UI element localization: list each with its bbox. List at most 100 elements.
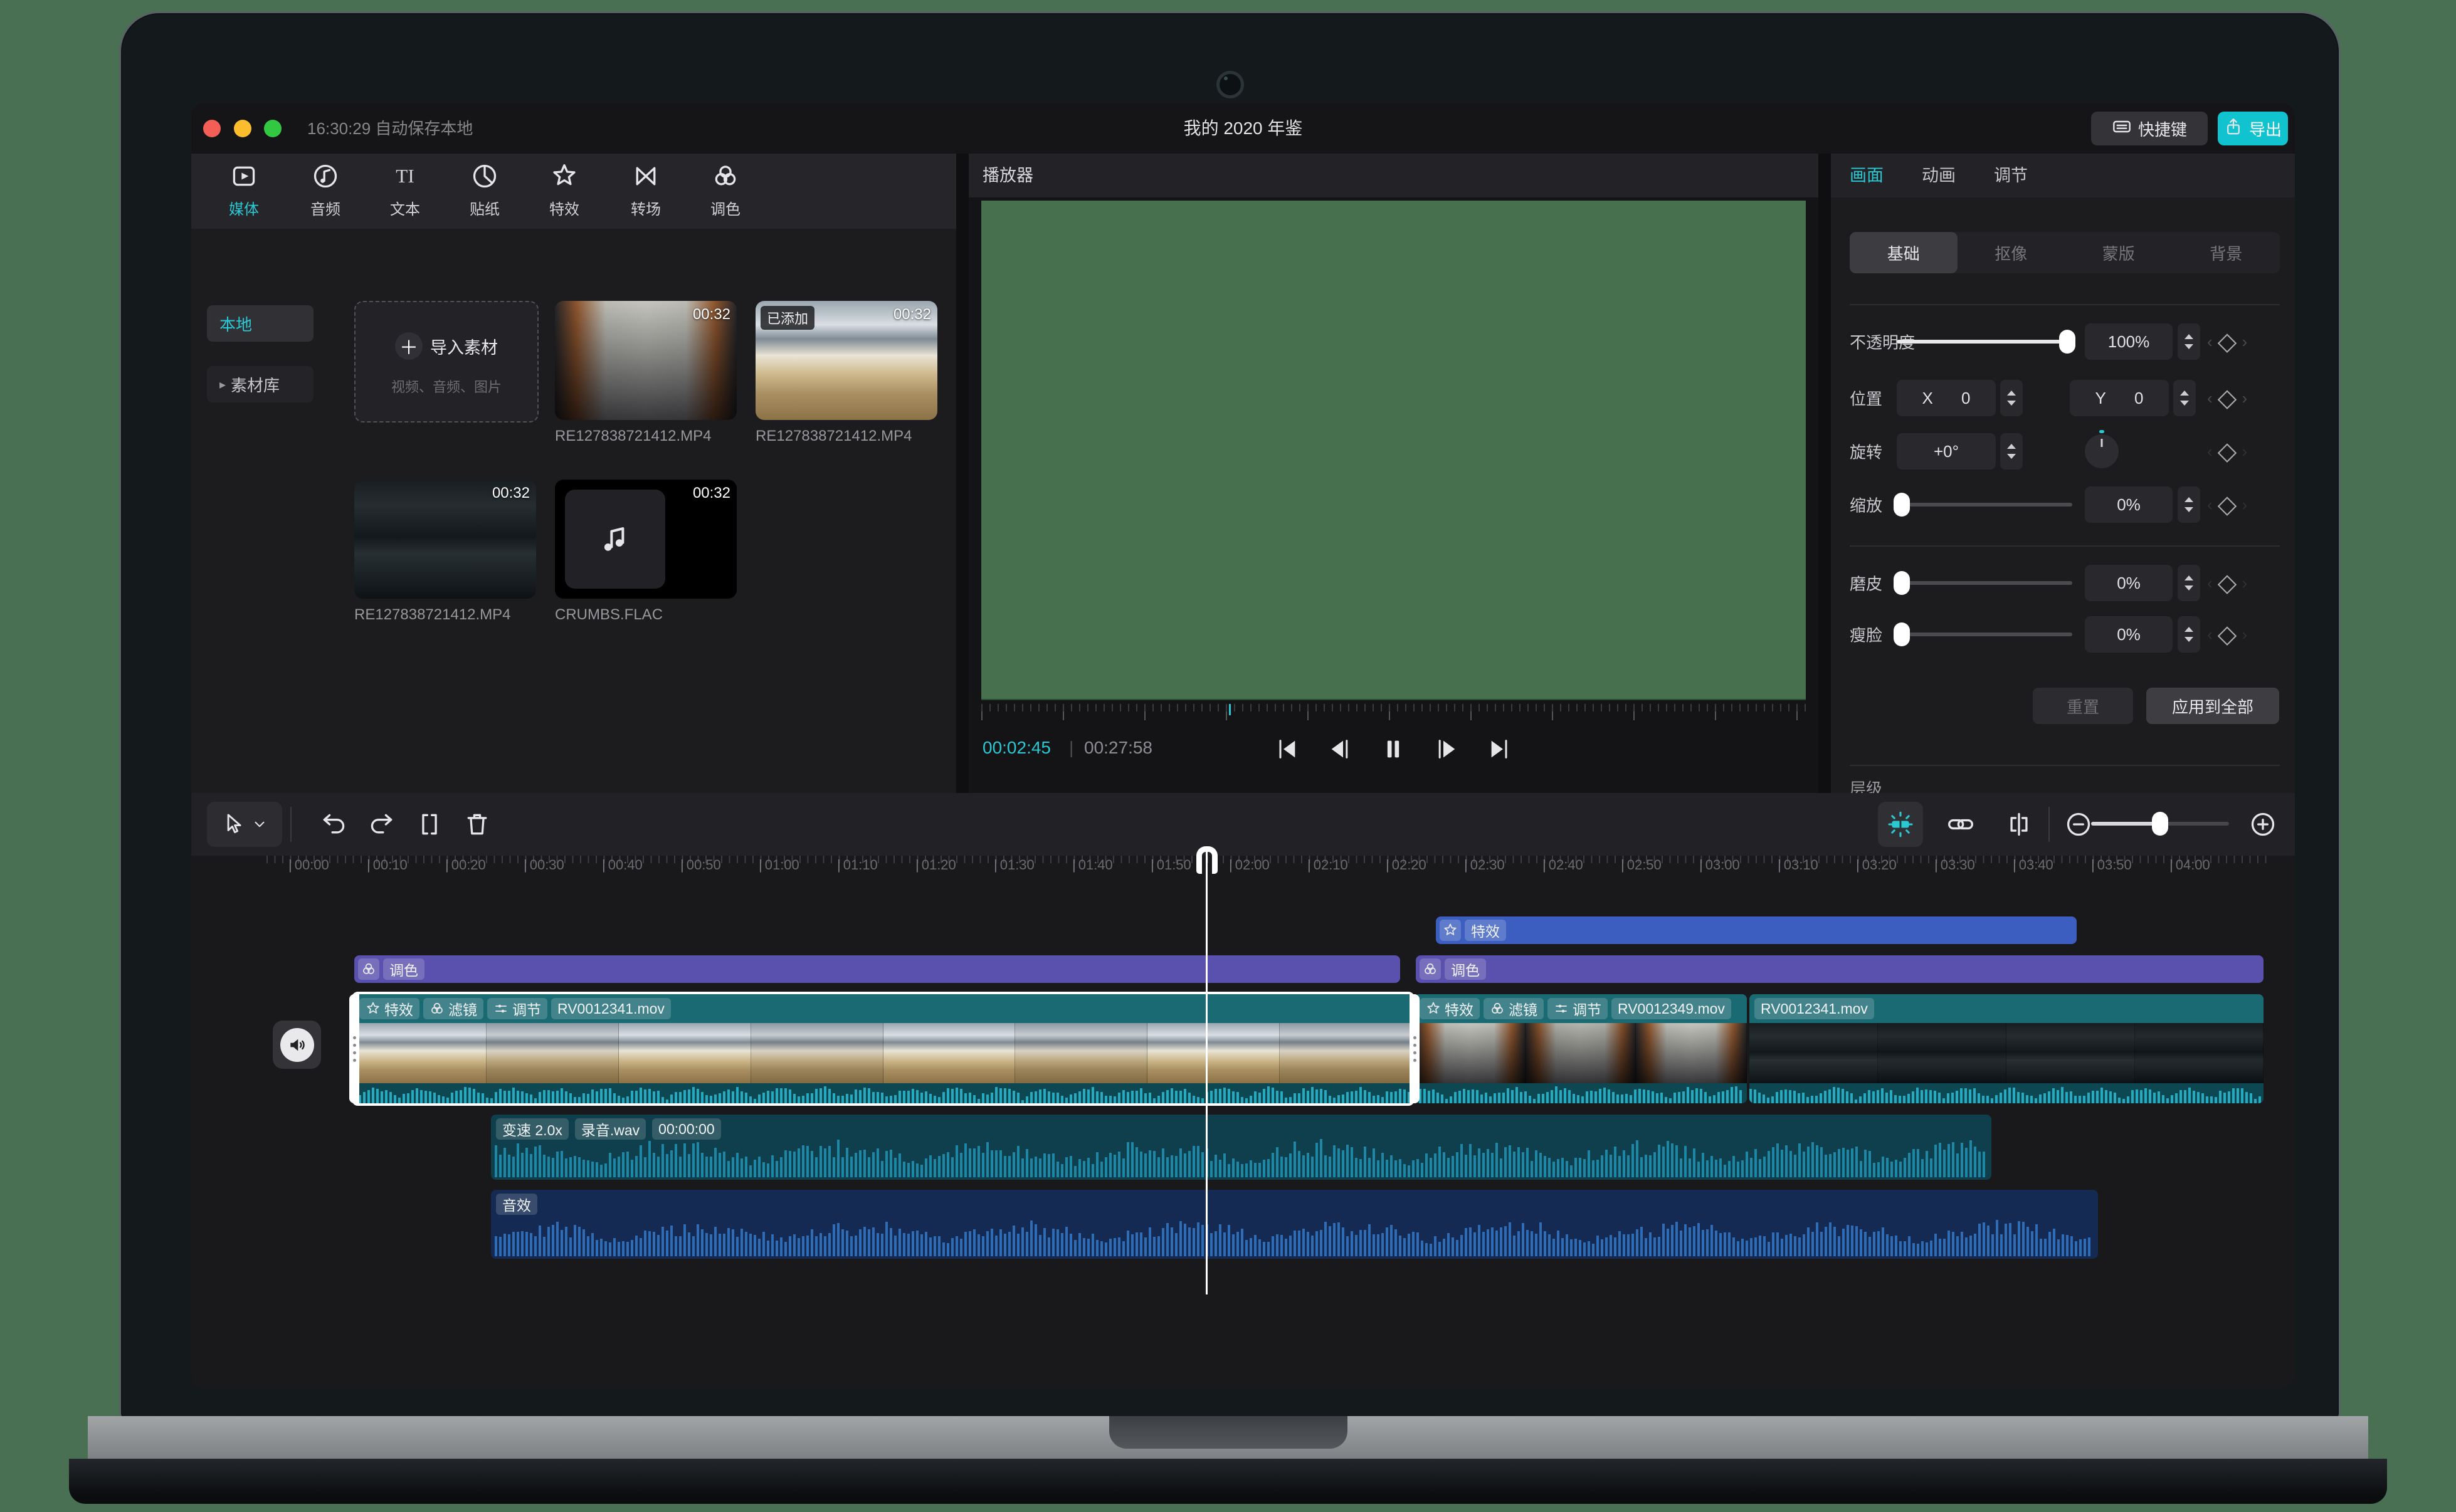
ruler-label: | 00:10 [367,857,408,873]
media-item-filename: CRUMBS.FLAC [555,606,663,623]
apply-to-all-button[interactable]: 应用到全部 [2146,688,2279,724]
sidebar-item-local[interactable]: 本地 [207,305,314,342]
media-item-thumbnail[interactable]: 00:32 [555,301,737,420]
opacity-keyframe[interactable]: ‹ ◇ › [2207,329,2247,354]
opacity-value[interactable]: 100% [2085,323,2173,360]
trim-handle-left[interactable] [349,994,359,1103]
redo-button[interactable] [368,811,396,838]
playhead-handle[interactable] [1196,846,1218,874]
subtab-basic[interactable]: 基础 [1850,232,1958,273]
tab-adjust[interactable]: 调节 [1994,154,2028,197]
color-track-1[interactable]: 调色 [354,955,1400,983]
delete-clip-button[interactable] [463,811,491,838]
rotation-keyframe[interactable]: ‹ ◇ › [2207,439,2247,464]
keyframe-diamond-icon: ◇ [2217,384,2237,412]
trim-handle-right[interactable] [1410,994,1420,1103]
select-tool-button[interactable] [207,802,282,847]
reset-button[interactable]: 重置 [2033,688,2133,724]
split-insert-button[interactable] [2005,811,2033,838]
subtab-background[interactable]: 背景 [2173,232,2280,273]
media-item-thumbnail[interactable]: 00:32 [555,480,737,599]
media-tab-effects[interactable]: 特效 [527,162,602,219]
ruler-label: | 04:00 [2169,857,2210,873]
rotation-value[interactable]: +0° [1897,433,1996,470]
audio-track-sfx[interactable]: 音效 [491,1190,2098,1259]
duration-badge: 00:32 [692,485,730,501]
waveform [495,1215,2094,1256]
media-item-thumbnail[interactable]: 00:32 [354,480,536,599]
star-icon [367,1002,379,1014]
video-clip-3[interactable]: RV0012341.mov [1749,994,2264,1103]
clip-filename: RV0012341.mov [551,998,671,1019]
previous-frame-button[interactable] [1321,730,1359,768]
effect-track[interactable]: 特效 [1436,916,2077,944]
position-y-field[interactable]: Y0 [2070,380,2169,416]
link-clips-button[interactable] [1947,811,1974,838]
zoom-out-icon[interactable] [2065,811,2092,838]
preview-seekbar[interactable] [981,704,1806,729]
timeline-zoom-slider[interactable] [2091,812,2229,836]
snap-toggle-button[interactable] [1878,802,1923,847]
audio-track-recording[interactable]: 变速 2.0x 录音.wav 00:00:00 [491,1115,1991,1180]
sidebar-item-library[interactable]: ▸ 素材库 [207,366,314,402]
skip-to-end-button[interactable] [1481,730,1519,768]
zoom-in-icon[interactable] [2249,811,2277,838]
smooth-skin-value[interactable]: 0% [2085,565,2173,601]
timeline-ruler[interactable]: | 00:00 | 00:10 | 00:20 | 00:30 | 00:40 | 00:50 | 01:… [266,856,2273,881]
opacity-slider[interactable] [1897,330,2075,354]
ruler-label: | 01:10 [837,857,878,873]
subtab-mask[interactable]: 蒙版 [2065,232,2173,273]
position-x-stepper[interactable] [2000,380,2023,416]
tab-picture[interactable]: 画面 [1850,154,1884,197]
laptop-base-shadow [69,1459,2387,1504]
laptop-deck [88,1416,2368,1459]
media-tab-sticker[interactable]: 贴纸 [447,162,522,219]
position-keyframe[interactable]: ‹ ◇ › [2207,386,2247,411]
scale-keyframe[interactable]: ‹ ◇ › [2207,492,2247,517]
slim-face-keyframe[interactable]: ‹ ◇ › [2207,622,2247,647]
video-preview[interactable] [981,201,1806,700]
player-panel: 播放器 00:02:45 | 00:27:58 16:9 [969,154,1818,793]
media-tab-audio[interactable]: 音频 [288,162,363,219]
slim-face-slider[interactable] [1894,622,2072,646]
rotation-stepper[interactable] [2000,433,2023,470]
scale-stepper[interactable] [2178,486,2200,523]
media-item-thumbnail[interactable]: 已添加 00:32 [756,301,937,420]
media-tab-text[interactable]: TI 文本 [367,162,443,219]
split-clip-button[interactable] [416,811,443,838]
media-tab-color[interactable]: 调色 [688,162,763,219]
media-tab-transition[interactable]: 转场 [608,162,683,219]
playhead[interactable] [1196,846,1218,1294]
slim-face-value[interactable]: 0% [2085,616,2173,653]
position-y-stepper[interactable] [2173,380,2196,416]
smooth-skin-slider[interactable] [1894,571,2072,595]
opacity-stepper[interactable] [2178,323,2200,360]
scale-slider[interactable] [1894,493,2072,517]
pause-button[interactable] [1374,730,1412,768]
mute-track-button[interactable] [273,1021,321,1069]
smooth-skin-stepper[interactable] [2178,565,2200,601]
keyboard-icon [2112,117,2132,141]
media-tab-media[interactable]: 媒体 [206,162,282,219]
rotation-dial[interactable] [2085,430,2119,468]
color-track-2[interactable]: 调色 [1416,955,2264,983]
video-clip-1[interactable]: 特效 滤镜 调节 RV0012341.mov [354,994,1412,1103]
next-frame-button[interactable] [1428,730,1465,768]
skip-to-start-button[interactable] [1268,730,1305,768]
ruler-label: | 03:20 [1856,857,1897,873]
shortcut-keys-button[interactable]: 快捷键 [2091,112,2208,145]
export-button[interactable]: 导出 [2218,112,2288,145]
slim-face-stepper[interactable] [2178,616,2200,653]
undo-button[interactable] [320,811,347,838]
subtab-chroma-key[interactable]: 抠像 [1958,232,2065,273]
import-media-tile[interactable]: ＋导入素材 视频、音频、图片 [354,301,539,423]
titlebar: 16:30:29 自动保存本地 我的 2020 年鉴 快捷键 导出 [191,103,2295,154]
media-item-filename: RE127838721412.MP4 [756,428,912,444]
video-clip-2[interactable]: 特效 滤镜 调节 RV0012349.mov [1415,994,1747,1103]
tab-animation[interactable]: 动画 [1922,154,1956,197]
effect-track-label: 特效 [1465,920,1506,941]
position-x-field[interactable]: X0 [1897,380,1996,416]
duration-badge: 00:32 [492,485,530,501]
smooth-skin-keyframe[interactable]: ‹ ◇ › [2207,570,2247,596]
scale-value[interactable]: 0% [2085,486,2173,523]
